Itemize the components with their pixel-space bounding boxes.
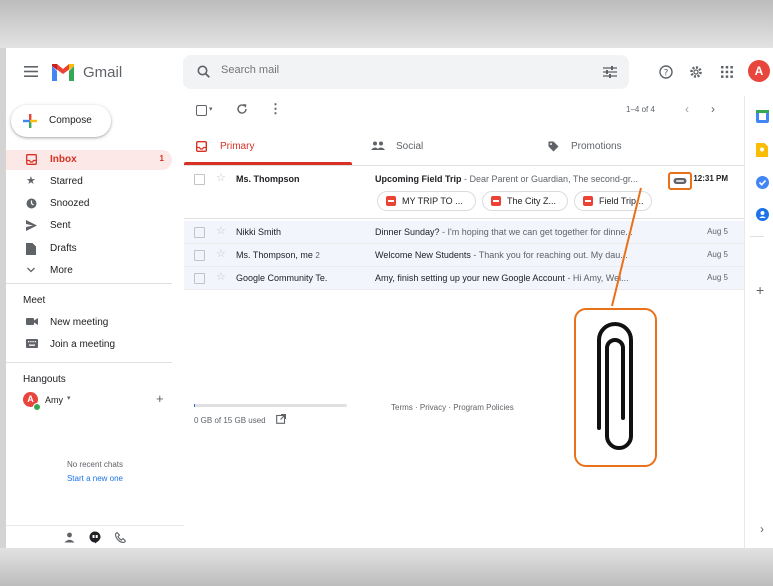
callout-connector [611,187,642,307]
paperclip-icon [597,322,633,450]
bottom-frame [0,548,773,586]
paperclip-callout [574,308,657,467]
top-frame [0,0,773,48]
gmail-window: Gmail ? A Compose Inbox 1 ★ Starred Snoo… [6,48,773,548]
